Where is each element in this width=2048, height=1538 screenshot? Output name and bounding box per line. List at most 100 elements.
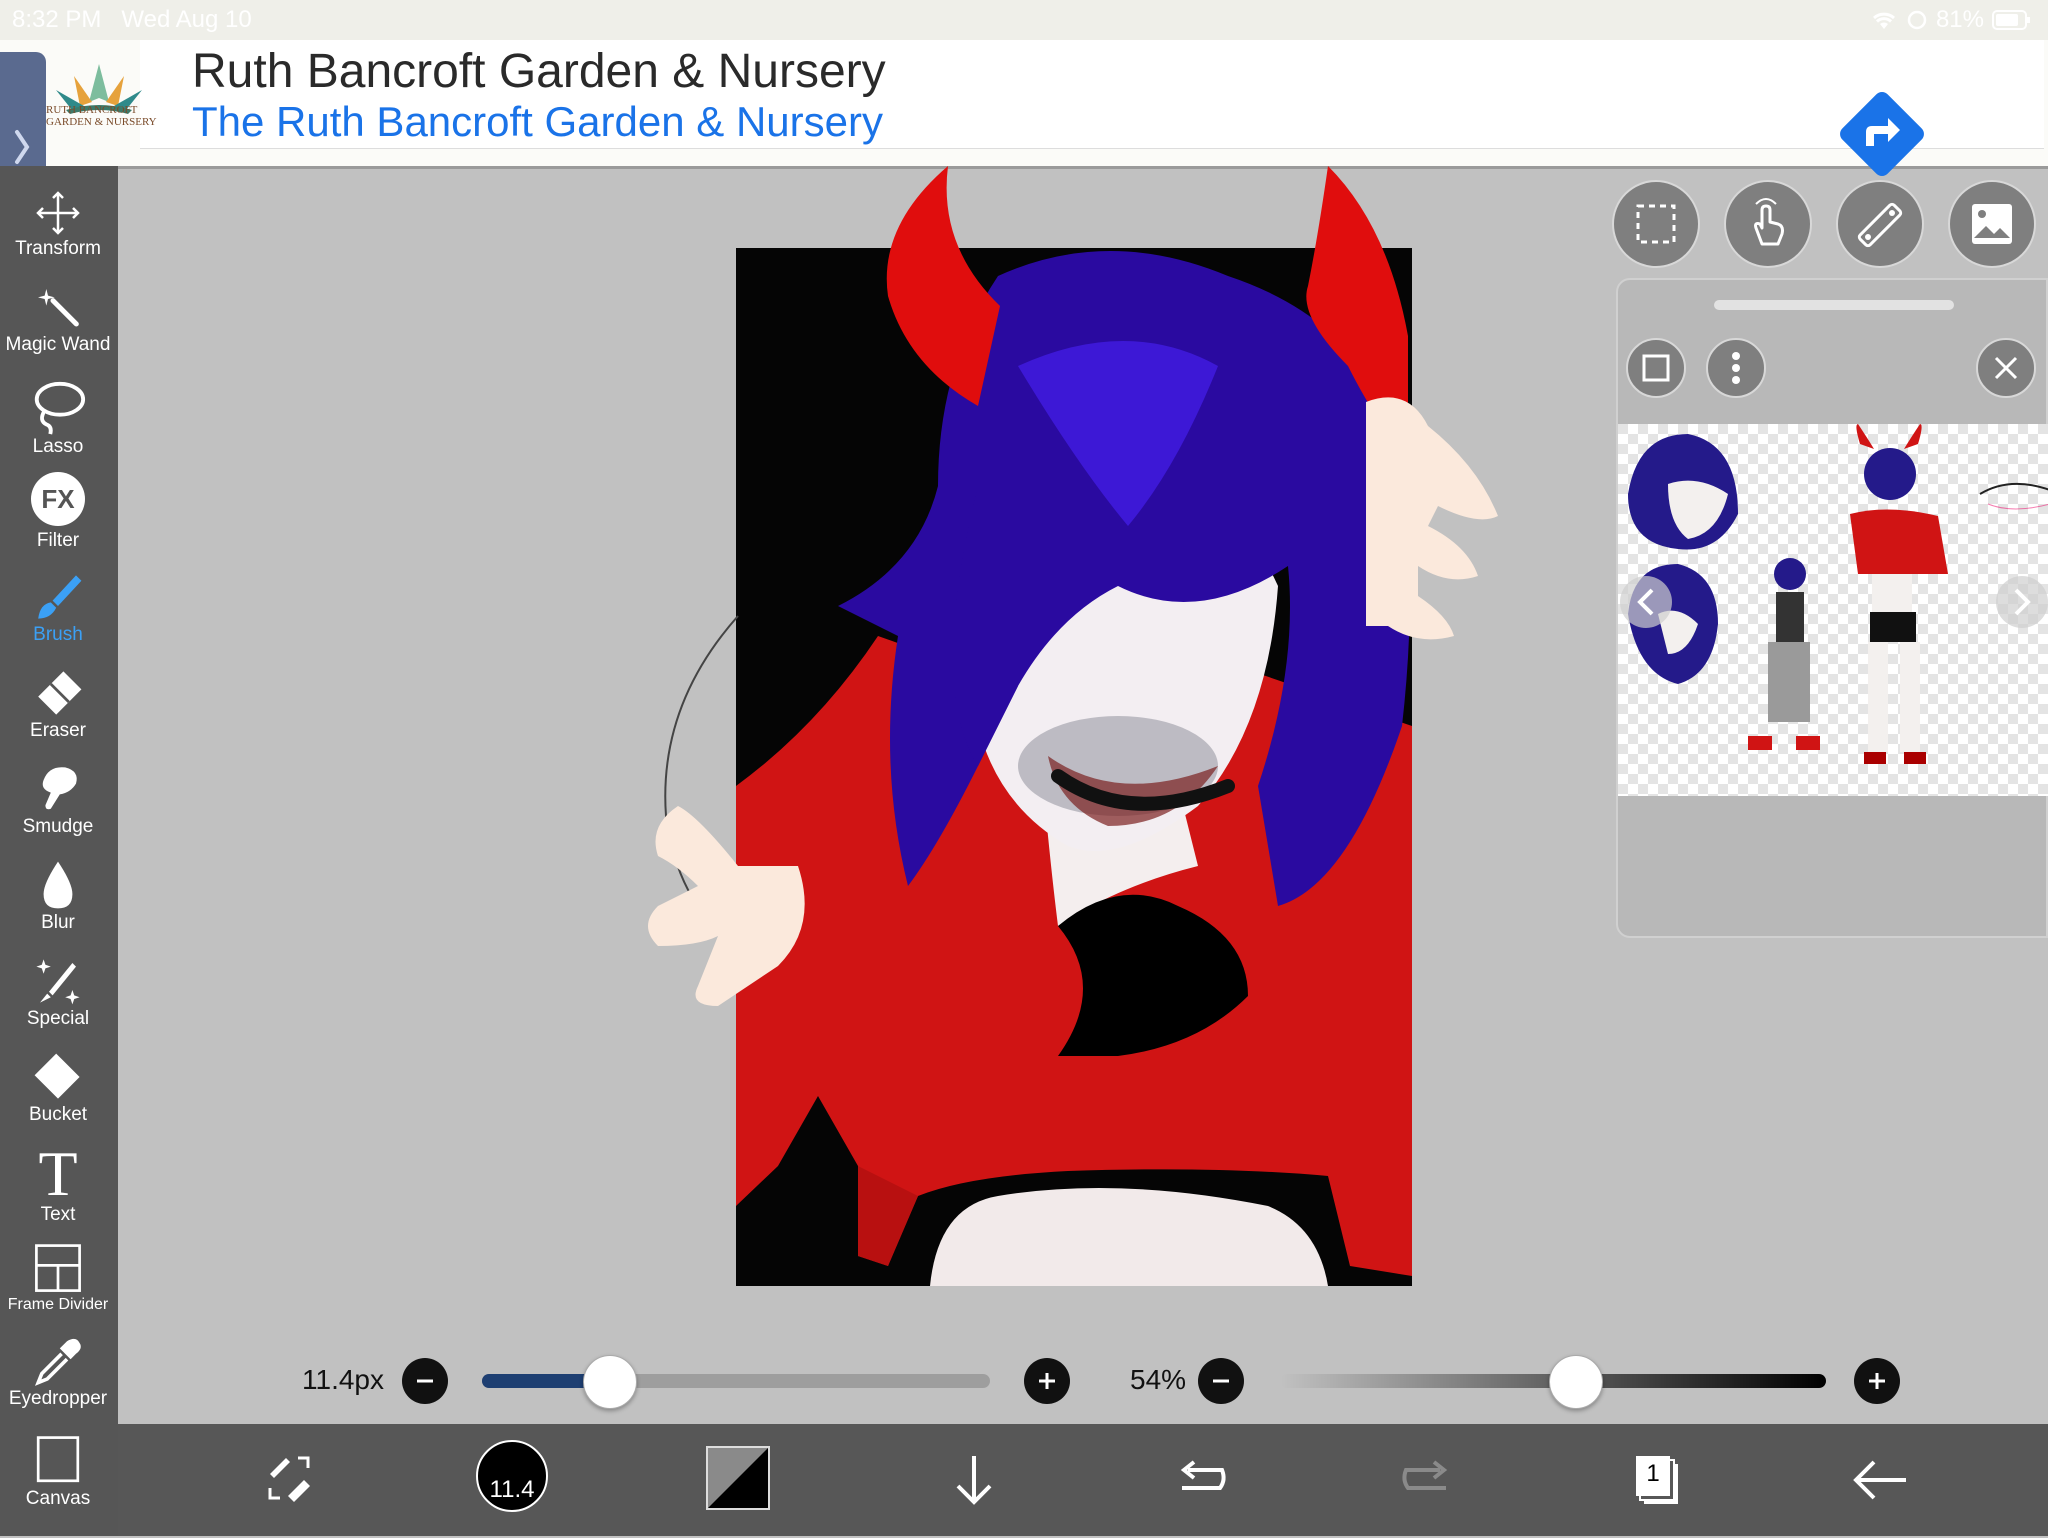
tool-label: Lasso [32,436,84,457]
panel-close-button[interactable] [1976,338,2036,398]
plus-icon [1869,1373,1885,1389]
brush-icon [38,575,82,619]
redo-button[interactable] [1392,1444,1464,1516]
minus-icon [417,1379,433,1383]
eraser-icon [38,671,82,715]
undo-icon [1180,1460,1226,1490]
brush-size-increase-button[interactable] [1024,1358,1070,1404]
status-time: 8:32 PM Wed Aug 10 [12,6,252,33]
tool-transform[interactable]: Transform [0,188,116,260]
dashed-select-icon [1636,204,1676,244]
reference-image-button[interactable] [1948,180,2036,268]
next-image-button[interactable] [1996,576,2048,628]
color-swatch [708,1448,768,1508]
tool-frame-divider[interactable]: Frame Divider [0,1242,116,1314]
battery-percent: 81% [1935,6,1984,33]
quick-menu-button[interactable] [254,1444,326,1516]
status-bar: 8:32 PM Wed Aug 10 81% [0,0,2048,40]
tool-label: Bucket [28,1104,88,1125]
close-icon [1994,356,2018,380]
status-indicators: 81% [1870,6,2032,34]
redo-icon [1402,1460,1448,1490]
brush-size-slider[interactable] [482,1355,990,1409]
hand-tool-button[interactable] [1724,180,1812,268]
tool-eyedropper[interactable]: Eyedropper [0,1334,116,1410]
tool-label: Blur [41,912,75,933]
back-button[interactable] [1844,1444,1916,1516]
battery-icon [1992,10,2030,30]
tool-sidebar: Transform Magic Wand Lasso FX Filter Bru… [0,166,118,1536]
reference-panel[interactable] [1616,278,2048,938]
brush-size-knob[interactable] [583,1355,637,1409]
tool-label: Eyedropper [8,1388,108,1409]
special-icon [36,959,80,1005]
image-icon [1972,204,2012,244]
tool-label: Frame Divider [7,1296,109,1313]
tool-filter[interactable]: FX Filter [0,472,116,552]
orientation-lock-icon [1907,10,1927,30]
opacity-decrease-button[interactable] [1198,1358,1244,1404]
square-frame-icon [1642,354,1670,382]
ruler-button[interactable] [1836,180,1924,268]
tool-blur[interactable]: Blur [0,858,116,934]
tool-label: Smudge [22,816,94,837]
panel-menu-button[interactable] [1706,338,1766,398]
bottom-toolbar: 11.4 1 [118,1424,2048,1536]
tool-label: Filter [36,530,80,551]
tool-magic-wand[interactable]: Magic Wand [0,284,116,356]
ad-banner[interactable]: RUTH BANCROFT GARDEN & NURSERY Ruth Bancr… [0,40,2048,176]
undo-button[interactable] [1164,1444,1236,1516]
canvas-icon [36,1436,80,1483]
tool-bucket[interactable]: Bucket [0,1050,116,1126]
tool-brush[interactable]: Brush [0,570,116,646]
previous-image-button[interactable] [1620,576,1672,628]
tool-special[interactable]: Special [0,954,116,1030]
hand-touch-icon [1754,198,1784,246]
tool-label: Text [40,1204,76,1225]
selection-button[interactable] [1612,180,1700,268]
smudge-icon [42,767,77,810]
tool-canvas[interactable]: Canvas [0,1434,116,1510]
tool-label: Canvas [25,1488,91,1509]
layers-button[interactable]: 1 [1618,1444,1690,1516]
bucket-icon [34,1053,80,1099]
slider-row: 11.4px 54% [118,1350,2048,1410]
tool-eraser[interactable]: Eraser [0,666,116,742]
frame-divider-icon [35,1244,81,1292]
layer-download-button[interactable] [938,1444,1010,1516]
tool-smudge[interactable]: Smudge [0,762,116,838]
opacity-knob[interactable] [1548,1355,1603,1409]
arrow-down-icon [956,1456,992,1505]
magic-wand-icon [38,289,79,327]
panel-drag-handle[interactable] [1714,300,1954,310]
eyedropper-icon [34,1338,81,1386]
tool-label: Special [26,1008,90,1029]
ad-subtitle[interactable]: The Ruth Bancroft Garden & Nursery [192,98,883,146]
fx-icon: FX [31,472,85,526]
brush-size-value: 11.4px [302,1364,384,1395]
more-vertical-icon [1732,352,1740,384]
logo-wordmark: RUTH BANCROFT GARDEN & NURSERY [46,104,157,128]
transform-icon [36,191,80,235]
text-icon: T [38,1138,78,1209]
ad-title[interactable]: Ruth Bancroft Garden & Nursery [192,44,886,99]
tool-lasso[interactable]: Lasso [0,378,116,458]
tool-label: Eraser [30,720,86,741]
plus-icon [1039,1373,1055,1389]
layer-count: 1 [1646,1460,1660,1487]
color-swatch-button[interactable] [706,1446,770,1510]
opacity-slider[interactable] [1280,1355,1826,1409]
opacity-increase-button[interactable] [1854,1358,1900,1404]
tool-text[interactable]: T Text [0,1138,116,1226]
frame-toggle-button[interactable] [1626,338,1686,398]
pen-eraser-swap-icon [268,1456,310,1502]
tool-label: Transform [15,238,101,259]
lasso-icon [34,381,86,435]
tool-label: Magic Wand [5,334,111,355]
arrow-left-icon [1853,1460,1906,1500]
brush-size-decrease-button[interactable] [402,1358,448,1404]
brush-size-indicator[interactable]: 11.4 [476,1440,548,1512]
opacity-value: 54% [1130,1364,1187,1395]
wifi-icon [1872,12,1895,29]
blur-icon [43,861,73,909]
